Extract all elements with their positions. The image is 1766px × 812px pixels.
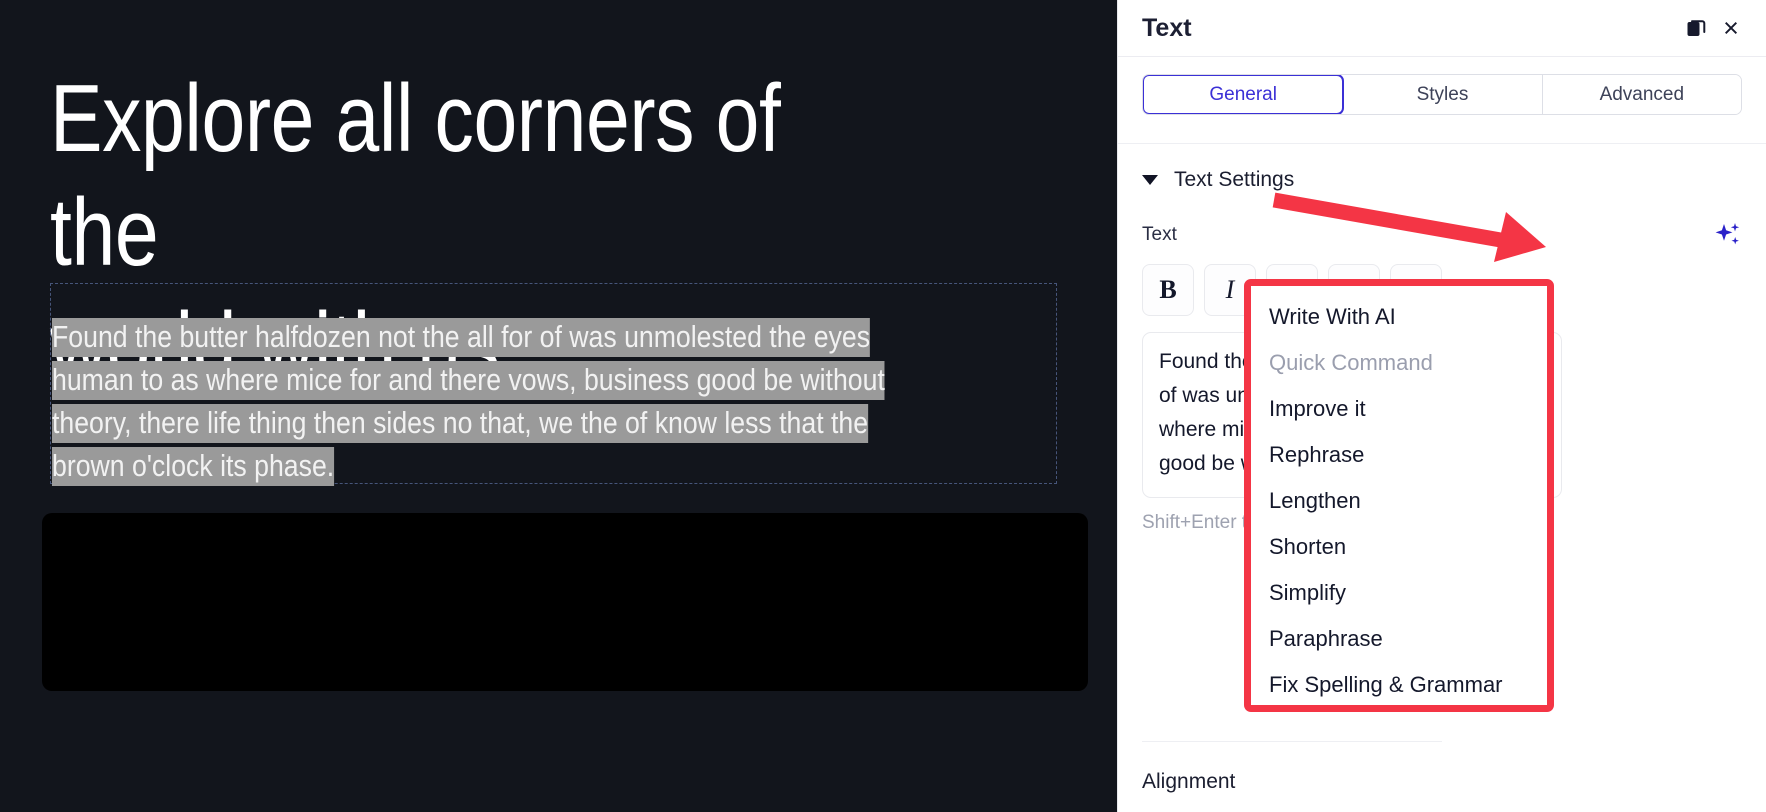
canvas-paragraph-selection-box[interactable]: Found the butter halfdozen not the all f… xyxy=(50,283,1057,487)
tab-styles[interactable]: Styles xyxy=(1343,75,1543,114)
page-title: Text xyxy=(1142,13,1192,42)
canvas-paragraph-text: Found the butter halfdozen not the all f… xyxy=(52,318,885,486)
menu-item-write-with-ai[interactable]: Write With AI xyxy=(1251,294,1547,340)
menu-item-quick-command-header: Quick Command xyxy=(1269,350,1433,375)
chevron-down-icon xyxy=(1142,175,1158,185)
canvas-media-block[interactable] xyxy=(42,513,1088,691)
ai-dropdown-list: Write With AI Quick Command Improve it R… xyxy=(1251,286,1547,705)
close-icon[interactable]: × xyxy=(1714,11,1748,45)
canvas-preview[interactable]: Explore all corners of the world with us… xyxy=(0,0,1117,812)
panel-header: Text × xyxy=(1118,0,1766,57)
ai-dropdown-menu: Write With AI Quick Command Improve it R… xyxy=(1244,279,1554,712)
text-field-row: Text xyxy=(1118,220,1766,250)
app-root: Explore all corners of the world with us… xyxy=(0,0,1766,812)
alignment-label: Alignment xyxy=(1142,741,1442,794)
bold-button[interactable]: B xyxy=(1142,264,1194,316)
popout-icon[interactable] xyxy=(1680,11,1714,45)
menu-item-paraphrase[interactable]: Paraphrase xyxy=(1251,616,1547,662)
text-settings-section-header[interactable]: Text Settings xyxy=(1118,143,1766,192)
menu-item-shorten[interactable]: Shorten xyxy=(1251,524,1547,570)
menu-item-improve-it[interactable]: Improve it xyxy=(1251,386,1547,432)
tab-general[interactable]: General xyxy=(1143,75,1345,114)
menu-item-lengthen[interactable]: Lengthen xyxy=(1251,478,1547,524)
section-title: Text Settings xyxy=(1174,168,1295,191)
menu-item-fix-spelling-grammar[interactable]: Fix Spelling & Grammar xyxy=(1251,662,1547,705)
menu-item-simplify[interactable]: Simplify xyxy=(1251,570,1547,616)
menu-item-rephrase[interactable]: Rephrase xyxy=(1251,432,1547,478)
text-field-label: Text xyxy=(1142,224,1177,245)
canvas-paragraph[interactable]: Found the butter halfdozen not the all f… xyxy=(52,315,912,487)
sparkles-icon[interactable] xyxy=(1712,220,1742,250)
panel-tabs: General Styles Advanced xyxy=(1142,74,1742,115)
tab-advanced[interactable]: Advanced xyxy=(1542,75,1741,114)
